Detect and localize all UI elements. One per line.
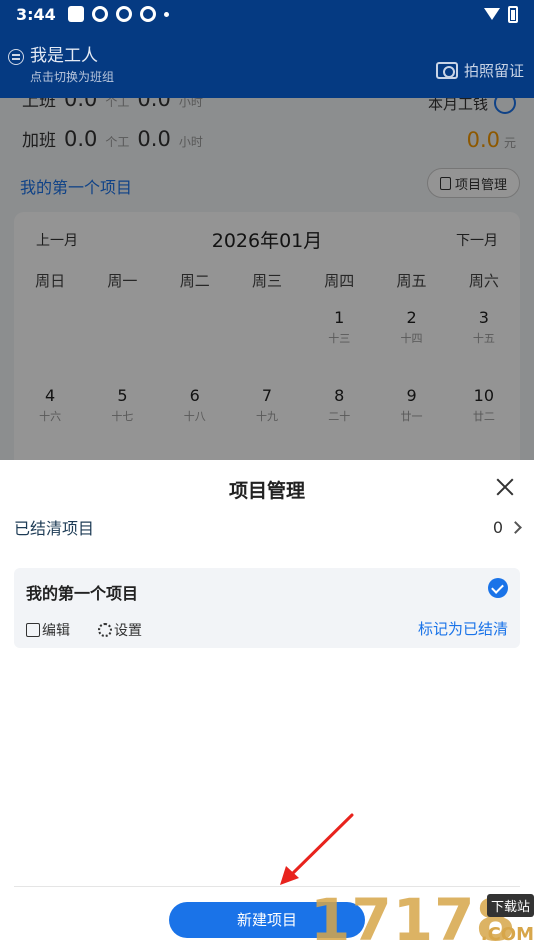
watermark-logo: 17178 下载站 .COM [310, 890, 534, 950]
check-circle-icon[interactable] [488, 578, 508, 598]
modal-backdrop[interactable] [0, 98, 534, 460]
sync-icon [139, 6, 156, 22]
chevron-right-icon [509, 520, 522, 534]
photo-evidence-button[interactable]: 拍照留证 [435, 60, 524, 81]
settings-button[interactable]: 设置 [98, 620, 142, 640]
settled-projects-count: 0 [492, 517, 503, 537]
photo-evidence-label: 拍照留证 [463, 62, 524, 80]
switch-icon [8, 49, 24, 65]
edit-icon [26, 623, 40, 637]
mark-settled-button[interactable]: 标记为已结清 [418, 618, 508, 639]
status-bar: 3:44 [0, 0, 534, 28]
role-switch[interactable]: 我是工人 点击切换为班组 [8, 46, 114, 85]
more-dot-icon [163, 11, 169, 17]
watermark-tag: 下载站 [486, 894, 534, 917]
wifi-icon [484, 8, 500, 20]
edit-label: 编辑 [42, 623, 70, 639]
settings-label: 设置 [114, 623, 142, 639]
annotation-arrow-icon [280, 813, 354, 885]
settled-projects-label: 已结清项目 [14, 519, 95, 538]
status-time: 3:44 [16, 4, 56, 24]
role-switch-hint: 点击切换为班组 [30, 70, 115, 84]
app-header: 我是工人 点击切换为班组 拍照留证 [0, 28, 534, 98]
close-icon[interactable] [496, 478, 514, 496]
project-card[interactable]: 我的第一个项目 编辑 设置 标记为已结清 [14, 568, 520, 648]
role-title: 我是工人 [30, 46, 98, 66]
project-name: 我的第一个项目 [26, 584, 139, 603]
app-notification-icon [67, 6, 84, 22]
battery-icon [508, 5, 518, 23]
project-manage-sheet: 项目管理 已结清项目 0 我的第一个项目 编辑 设置 标记为已结清 新建项目 [0, 460, 534, 950]
sheet-title: 项目管理 [228, 480, 305, 502]
camera-icon [435, 62, 458, 79]
settled-projects-row[interactable]: 已结清项目 0 [14, 514, 522, 540]
sync-icon [91, 6, 108, 22]
watermark-domain: .COM [480, 924, 534, 945]
notification-icons [67, 6, 169, 22]
sync-icon [115, 6, 132, 22]
gear-icon [98, 623, 112, 637]
edit-button[interactable]: 编辑 [26, 620, 70, 640]
